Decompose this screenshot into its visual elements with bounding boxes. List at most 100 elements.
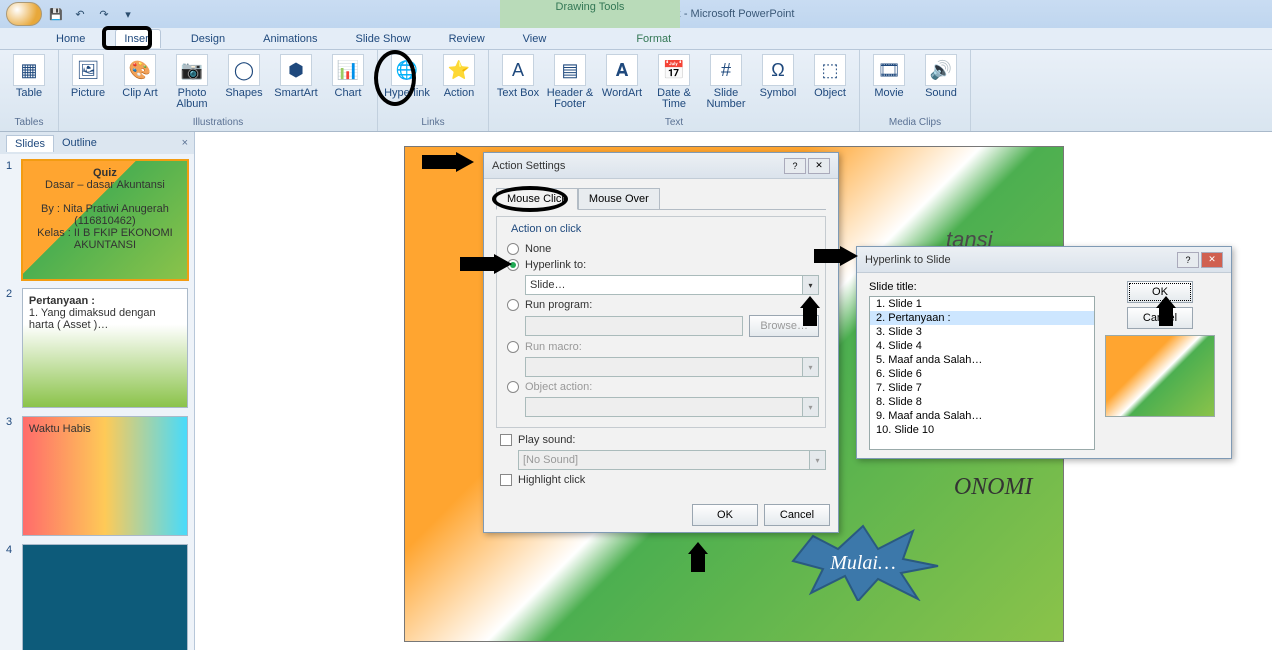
qat-redo-icon[interactable]: ↷ xyxy=(94,4,114,24)
panel-close-icon[interactable]: × xyxy=(182,137,188,149)
smartart-icon: ⬢ xyxy=(280,54,312,86)
group-tables-label: Tables xyxy=(4,117,54,131)
thumb-num: 4 xyxy=(6,544,18,650)
slide-listbox[interactable]: 1. Slide 12. Pertanyaan :3. Slide 34. Sl… xyxy=(869,296,1095,450)
help-icon[interactable]: ? xyxy=(1177,252,1199,268)
title-bar: 💾 ↶ ↷ ▾ Quiz nita.pptx - Microsoft Power… xyxy=(0,0,1272,28)
chevron-down-icon: ▾ xyxy=(802,398,818,416)
tab-review[interactable]: Review xyxy=(441,30,493,48)
ok-button[interactable]: OK xyxy=(692,504,758,526)
list-item[interactable]: 4. Slide 4 xyxy=(870,339,1094,353)
thumb-1[interactable]: Quiz Dasar – dasar Akuntansi By : Nita P… xyxy=(22,160,188,280)
qat-undo-icon[interactable]: ↶ xyxy=(70,4,90,24)
label-sound: Play sound: xyxy=(518,434,575,446)
office-button[interactable] xyxy=(6,2,42,26)
list-item[interactable]: 9. Maaf anda Salah… xyxy=(870,409,1094,423)
hyperlink-slide-dialog: Hyperlink to Slide ? ✕ Slide title: 1. S… xyxy=(856,246,1232,459)
textbox-icon: A xyxy=(502,54,534,86)
btn-shapes[interactable]: ◯Shapes xyxy=(219,52,269,101)
close-icon[interactable]: ✕ xyxy=(808,158,830,174)
headerfooter-icon: ▤ xyxy=(554,54,586,86)
close-icon[interactable]: ✕ xyxy=(1201,252,1223,268)
btn-object[interactable]: ⬚Object xyxy=(805,52,855,101)
list-item[interactable]: 3. Slide 3 xyxy=(870,325,1094,339)
cancel-button[interactable]: Cancel xyxy=(764,504,830,526)
tab-mouseover[interactable]: Mouse Over xyxy=(578,188,660,210)
tab-mouseclick[interactable]: Mouse Click xyxy=(496,188,578,210)
btn-smartart[interactable]: ⬢SmartArt xyxy=(271,52,321,101)
movie-icon: 🎞 xyxy=(873,54,905,86)
thumb-2[interactable]: Pertanyaan :1. Yang dimaksud dengan hart… xyxy=(22,288,188,408)
list-item[interactable]: 7. Slide 7 xyxy=(870,381,1094,395)
label-none: None xyxy=(525,243,551,255)
tab-outline[interactable]: Outline xyxy=(62,137,97,149)
thumb-num: 3 xyxy=(6,416,18,536)
ok-button[interactable]: OK xyxy=(1127,281,1193,303)
slide-panel: Slides Outline × 1 Quiz Dasar – dasar Ak… xyxy=(0,132,195,650)
btn-picture[interactable]: 🖼Picture xyxy=(63,52,113,101)
chk-highlight[interactable] xyxy=(500,474,512,486)
contextual-tab-title: Drawing Tools xyxy=(556,1,625,13)
btn-movie[interactable]: 🎞Movie xyxy=(864,52,914,101)
group-tables: ▦Table Tables xyxy=(0,50,59,131)
label-run: Run program: xyxy=(525,299,592,311)
dialog-titlebar[interactable]: Action Settings ? ✕ xyxy=(484,153,838,179)
list-item[interactable]: 8. Slide 8 xyxy=(870,395,1094,409)
btn-headerfooter[interactable]: ▤Header & Footer xyxy=(545,52,595,112)
radio-macro xyxy=(507,341,519,353)
chk-playsound[interactable] xyxy=(500,434,512,446)
tab-slides[interactable]: Slides xyxy=(6,135,54,152)
cancel-button[interactable]: Cancel xyxy=(1127,307,1193,329)
list-item[interactable]: 2. Pertanyaan : xyxy=(870,311,1094,325)
tab-slideshow[interactable]: Slide Show xyxy=(348,30,419,48)
qat-save-icon[interactable]: 💾 xyxy=(46,4,66,24)
tab-home[interactable]: Home xyxy=(48,30,93,48)
dialog-tabs: Mouse Click Mouse Over xyxy=(496,187,826,210)
help-icon[interactable]: ? xyxy=(784,158,806,174)
slidenumber-icon: # xyxy=(710,54,742,86)
mulai-shape[interactable]: Mulai… xyxy=(783,521,943,601)
radio-hyperlink[interactable] xyxy=(507,259,519,271)
btn-textbox[interactable]: AText Box xyxy=(493,52,543,101)
btn-datetime[interactable]: 📅Date & Time xyxy=(649,52,699,112)
dialog-titlebar[interactable]: Hyperlink to Slide ? ✕ xyxy=(857,247,1231,273)
hyperlink-combo[interactable]: Slide…▾ xyxy=(525,275,819,295)
thumb-3[interactable]: Waktu Habis xyxy=(22,416,188,536)
tab-view[interactable]: View xyxy=(515,30,555,48)
wordart-icon: 𝐀 xyxy=(606,54,638,86)
dialog-title: Hyperlink to Slide xyxy=(865,254,951,266)
tab-animations[interactable]: Animations xyxy=(255,30,325,48)
btn-sound[interactable]: 🔊Sound xyxy=(916,52,966,101)
list-item[interactable]: 1. Slide 1 xyxy=(870,297,1094,311)
tab-design[interactable]: Design xyxy=(183,30,233,48)
chevron-down-icon: ▾ xyxy=(802,358,818,376)
hyperlink-icon: 🌐 xyxy=(391,54,423,86)
btn-slidenumber[interactable]: #Slide Number xyxy=(701,52,751,112)
tab-insert[interactable]: Insert xyxy=(115,29,161,48)
thumb-4[interactable] xyxy=(22,544,188,650)
btn-wordart[interactable]: 𝐀WordArt xyxy=(597,52,647,101)
chevron-down-icon[interactable]: ▾ xyxy=(802,276,818,294)
btn-chart[interactable]: 📊Chart xyxy=(323,52,373,101)
btn-clipart[interactable]: 🎨Clip Art xyxy=(115,52,165,101)
contextual-tab: Drawing Tools xyxy=(500,0,680,28)
tab-format[interactable]: Format xyxy=(628,30,679,48)
btn-hyperlink[interactable]: 🌐Hyperlink xyxy=(382,52,432,101)
object-combo: ▾ xyxy=(525,397,819,417)
radio-none[interactable] xyxy=(507,243,519,255)
action-settings-dialog: Action Settings ? ✕ Mouse Click Mouse Ov… xyxy=(483,152,839,533)
radio-runprogram[interactable] xyxy=(507,299,519,311)
qat-more-icon[interactable]: ▾ xyxy=(118,4,138,24)
btn-symbol[interactable]: ΩSymbol xyxy=(753,52,803,101)
thumbnail-list[interactable]: 1 Quiz Dasar – dasar Akuntansi By : Nita… xyxy=(0,154,194,650)
table-icon: ▦ xyxy=(13,54,45,86)
btn-table[interactable]: ▦Table xyxy=(4,52,54,101)
list-item[interactable]: 6. Slide 6 xyxy=(870,367,1094,381)
list-item[interactable]: 10. Slide 10 xyxy=(870,423,1094,437)
list-item[interactable]: 5. Maaf anda Salah… xyxy=(870,353,1094,367)
sound-icon: 🔊 xyxy=(925,54,957,86)
side-tabs: Slides Outline × xyxy=(0,132,194,154)
album-icon: 📷 xyxy=(176,54,208,86)
btn-action[interactable]: ⭐Action xyxy=(434,52,484,101)
btn-photoalbum[interactable]: 📷Photo Album xyxy=(167,52,217,112)
